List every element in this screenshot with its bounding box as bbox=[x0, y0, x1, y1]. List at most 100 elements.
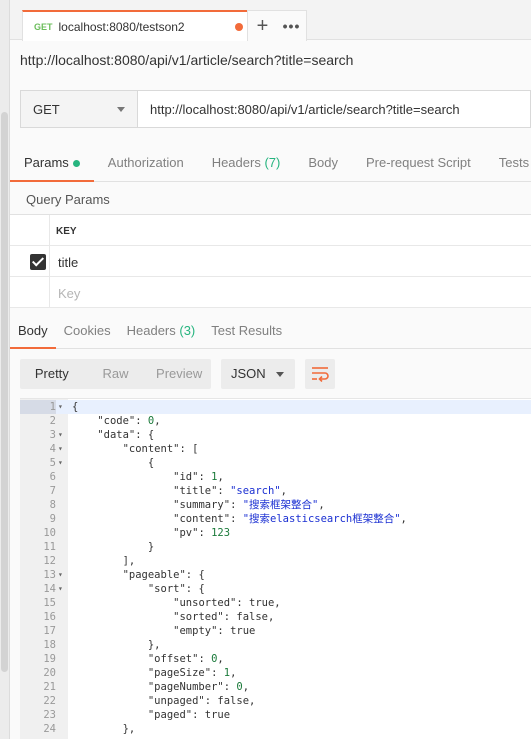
unsaved-dot-icon bbox=[235, 23, 243, 31]
tab-params[interactable]: Params bbox=[10, 146, 94, 182]
request-name: http://localhost:8080/api/v1/article/sea… bbox=[20, 52, 354, 68]
line-number: 11 bbox=[43, 541, 56, 553]
table-row: title bbox=[10, 246, 531, 277]
line-number: 13 bbox=[43, 569, 56, 581]
code-text: "offset": 0, bbox=[147, 653, 224, 665]
view-mode-preview[interactable]: Preview bbox=[147, 359, 211, 389]
code-line: 22 "unpaged": false, bbox=[20, 694, 531, 708]
code-text: "sort": { bbox=[147, 583, 205, 595]
code-line: 21 "pageNumber": 0, bbox=[20, 680, 531, 694]
param-checkbox[interactable] bbox=[30, 254, 46, 270]
line-number: 1 bbox=[20, 400, 56, 414]
table-row-empty: Key bbox=[10, 277, 531, 308]
code-text: "pv": 123 bbox=[173, 527, 231, 539]
fold-arrow-icon[interactable]: ▾ bbox=[58, 442, 63, 456]
response-body-editor[interactable]: 1 ▾{2 "code": 0, 3 ▾ "data": {4 ▾ "content":… bbox=[20, 398, 531, 739]
tab-pre-request-script-label: Pre-request Script bbox=[365, 155, 471, 170]
line-number: 17 bbox=[43, 625, 56, 637]
ellipsis-icon[interactable]: ••• bbox=[277, 11, 306, 41]
format-select[interactable]: JSON bbox=[221, 359, 295, 389]
request-tabs: Params Authorization Headers (7) Body Pr… bbox=[10, 146, 531, 182]
tab-test-results[interactable]: Test Results bbox=[203, 316, 290, 349]
code-text: ], bbox=[72, 555, 136, 567]
view-mode-segmented: Pretty Raw Preview bbox=[20, 359, 211, 389]
code-text: "summary": "搜索框架整合", bbox=[173, 499, 325, 511]
fold-arrow-icon[interactable]: ▾ bbox=[58, 428, 63, 442]
code-text: "content": "搜索elasticsearch框架整合", bbox=[173, 513, 407, 525]
request-tab[interactable]: GET localhost:8080/testson2 bbox=[22, 10, 254, 41]
code-text: "pageNumber": 0, bbox=[147, 681, 250, 693]
code-line: 2 "code": 0, bbox=[20, 414, 531, 428]
tab-bar: GET localhost:8080/testson2 + ••• bbox=[10, 0, 531, 41]
params-active-dot-icon bbox=[72, 160, 80, 168]
code-text: "content": [ bbox=[122, 443, 199, 455]
code-text: }, bbox=[72, 723, 136, 735]
code-line: 12 ], bbox=[20, 554, 531, 568]
tab-test-results-label: Test Results bbox=[211, 323, 283, 338]
code-line: 3 ▾ "data": { bbox=[20, 428, 531, 442]
sidebar-scrollbar[interactable] bbox=[0, 0, 10, 739]
fold-arrow-icon[interactable]: ▾ bbox=[58, 582, 63, 596]
tab-params-label: Params bbox=[24, 155, 69, 170]
tab-response-headers[interactable]: Headers (3) bbox=[119, 316, 204, 349]
code-text: } bbox=[72, 541, 155, 553]
param-key[interactable]: title bbox=[58, 255, 78, 270]
code-line: 24 }, bbox=[20, 722, 531, 736]
request-bar: GET bbox=[20, 90, 531, 128]
line-number: 4 bbox=[49, 443, 56, 455]
fold-arrow-icon[interactable]: ▾ bbox=[58, 568, 63, 582]
code-line: 8 "summary": "搜索框架整合", bbox=[20, 498, 531, 512]
tab-response-headers-label: Headers bbox=[126, 323, 176, 338]
code-text: "pageSize": 1, bbox=[147, 667, 237, 679]
tab-cookies[interactable]: Cookies bbox=[56, 316, 119, 349]
line-number: 15 bbox=[43, 597, 56, 609]
query-params-table: KEY title Key bbox=[10, 214, 531, 308]
view-mode-raw[interactable]: Raw bbox=[84, 359, 148, 389]
format-select-value: JSON bbox=[231, 366, 266, 381]
code-text: "code": 0, bbox=[97, 415, 161, 427]
code-text: "title": "search", bbox=[173, 485, 287, 497]
tab-tests[interactable]: Tests bbox=[485, 146, 531, 182]
line-number: 7 bbox=[49, 485, 56, 497]
line-number: 2 bbox=[49, 415, 56, 427]
fold-arrow-icon[interactable]: ▾ bbox=[58, 400, 63, 414]
tab-authorization[interactable]: Authorization bbox=[94, 146, 198, 182]
line-number: 9 bbox=[49, 513, 56, 525]
tab-response-body-label: Body bbox=[18, 323, 48, 338]
code-text: "paged": true bbox=[147, 709, 231, 721]
request-tab-method: GET bbox=[34, 21, 53, 32]
plus-icon[interactable]: + bbox=[248, 11, 277, 41]
code-text: "unpaged": false, bbox=[147, 695, 256, 707]
tab-body-label: Body bbox=[308, 155, 338, 170]
code-text: }, bbox=[72, 639, 161, 651]
tab-pre-request-script[interactable]: Pre-request Script bbox=[352, 146, 485, 182]
url-input[interactable] bbox=[138, 91, 530, 127]
tab-response-headers-count: (3) bbox=[179, 323, 196, 338]
scrollbar-thumb[interactable] bbox=[1, 112, 8, 672]
table-header-row: KEY bbox=[10, 215, 531, 246]
line-number: 18 bbox=[43, 639, 56, 651]
line-number: 21 bbox=[43, 681, 56, 693]
code-line: 18 }, bbox=[20, 638, 531, 652]
param-key-input[interactable]: Key bbox=[58, 286, 80, 301]
code-line: 1 ▾ { bbox=[20, 400, 531, 414]
view-mode-pretty[interactable]: Pretty bbox=[20, 359, 84, 389]
tab-response-body[interactable]: Body bbox=[10, 316, 56, 349]
code-text: { bbox=[72, 457, 155, 469]
chevron-down-icon bbox=[117, 107, 125, 112]
code-text: "id": 1, bbox=[173, 471, 224, 483]
code-line: 10 "pv": 123 bbox=[20, 526, 531, 540]
line-number: 5 bbox=[49, 457, 56, 469]
line-number: 6 bbox=[49, 471, 56, 483]
request-tab-title: localhost:8080/testson2 bbox=[58, 19, 185, 34]
query-params-title: Query Params bbox=[26, 192, 110, 207]
tab-body[interactable]: Body bbox=[294, 146, 352, 182]
method-select-value: GET bbox=[33, 101, 60, 117]
tab-authorization-label: Authorization bbox=[107, 155, 184, 170]
method-select[interactable]: GET bbox=[21, 91, 138, 127]
wrap-lines-icon[interactable] bbox=[305, 359, 335, 389]
line-number: 16 bbox=[43, 611, 56, 623]
line-number: 8 bbox=[49, 499, 56, 511]
fold-arrow-icon[interactable]: ▾ bbox=[58, 456, 63, 470]
tab-headers[interactable]: Headers (7) bbox=[198, 146, 295, 182]
